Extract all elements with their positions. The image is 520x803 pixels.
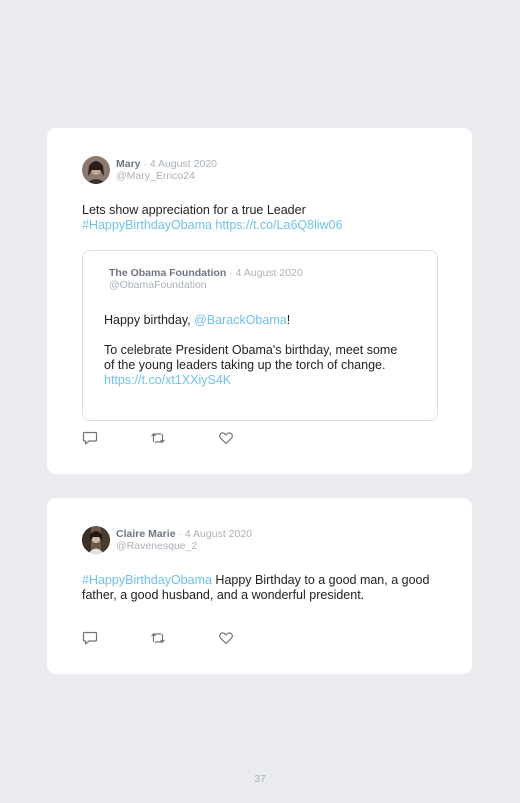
tweet-card: Mary · 4 August 2020 @Mary_Errico24 Lets…: [47, 128, 472, 474]
quoted-text: Happy birthday, @BarackObama! To celebra…: [104, 313, 409, 388]
tweet-text: #HappyBirthdayObama Happy Birthday to a …: [82, 573, 432, 603]
hashtag-link[interactable]: #HappyBirthdayObama: [82, 218, 212, 232]
mention-link[interactable]: @BarackObama: [194, 313, 287, 327]
separator: ·: [178, 528, 182, 540]
like-icon[interactable]: [218, 431, 234, 445]
quoted-url-link[interactable]: https://t.co/xt1XXiyS4K: [104, 373, 231, 387]
quoted-line-suffix: !: [286, 313, 291, 327]
quoted-date[interactable]: 4 August 2020: [236, 267, 303, 279]
page-number: 37: [254, 773, 266, 785]
tweet-actions: [82, 631, 242, 645]
quoted-header: The Obama Foundation · 4 August 2020 @Ob…: [109, 267, 303, 291]
hashtag-link[interactable]: #HappyBirthdayObama: [82, 573, 212, 587]
quoted-author-name[interactable]: The Obama Foundation: [109, 267, 226, 279]
tweet-card: Claire Marie · 4 August 2020 @Ravenesque…: [47, 498, 472, 674]
tweet-date[interactable]: 4 August 2020: [150, 158, 217, 170]
retweet-icon[interactable]: [150, 631, 166, 645]
tweet-url-link[interactable]: https://t.co/La6Q8liw06: [215, 218, 342, 232]
like-icon[interactable]: [218, 631, 234, 645]
avatar[interactable]: [82, 156, 110, 184]
author-name[interactable]: Claire Marie: [116, 528, 176, 540]
reply-icon[interactable]: [82, 631, 98, 645]
quoted-handle[interactable]: @ObamaFoundation: [109, 279, 303, 291]
tweet-text: Lets show appreciation for a true Leader…: [82, 203, 442, 233]
tweet-header: Mary · 4 August 2020 @Mary_Errico24: [116, 158, 217, 182]
retweet-icon[interactable]: [150, 431, 166, 445]
tweet-actions: [82, 431, 242, 445]
avatar[interactable]: [82, 526, 110, 554]
quoted-paragraph: To celebrate President Obama's birthday,…: [104, 343, 398, 372]
author-handle[interactable]: @Ravenesque_2: [116, 540, 252, 552]
reply-icon[interactable]: [82, 431, 98, 445]
quoted-line-prefix: Happy birthday,: [104, 313, 195, 327]
author-handle[interactable]: @Mary_Errico24: [116, 170, 217, 182]
tweet-date[interactable]: 4 August 2020: [185, 528, 252, 540]
quoted-tweet[interactable]: The Obama Foundation · 4 August 2020 @Ob…: [82, 250, 438, 421]
separator: ·: [143, 158, 147, 170]
tweet-header: Claire Marie · 4 August 2020 @Ravenesque…: [116, 528, 252, 552]
separator: ·: [229, 267, 233, 279]
tweet-text-plain: Lets show appreciation for a true Leader: [82, 203, 306, 217]
author-name[interactable]: Mary: [116, 158, 141, 170]
